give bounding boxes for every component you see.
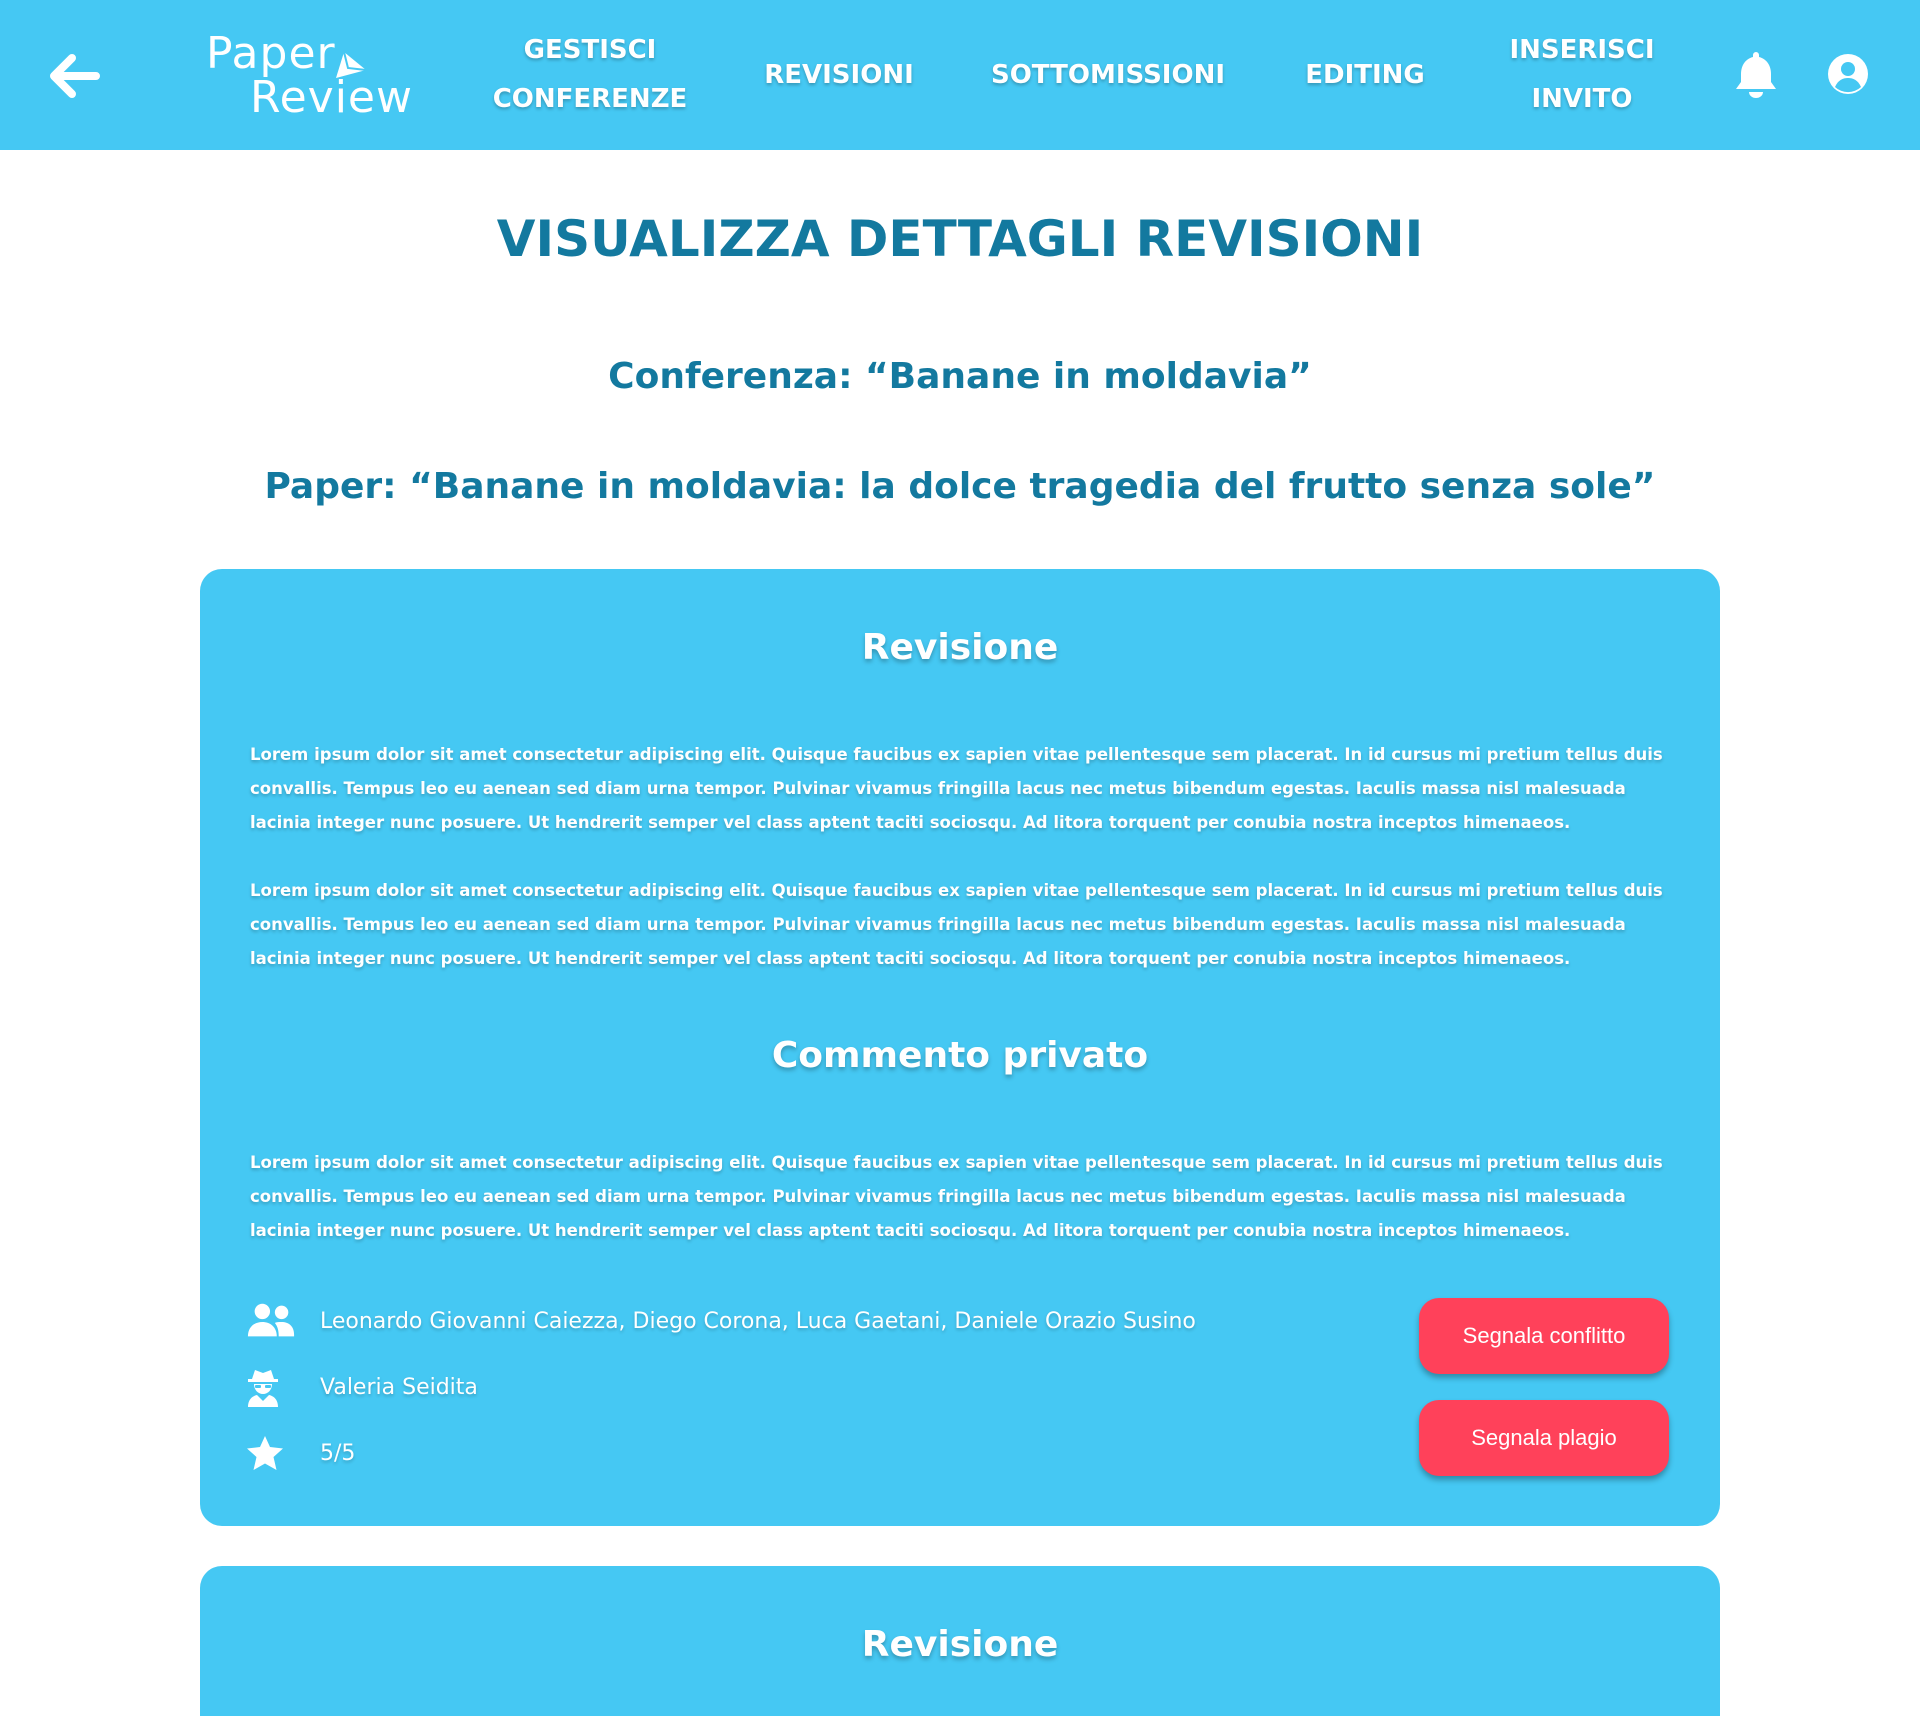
page-title: VISUALIZZA DETTAGLI REVISIONI — [496, 210, 1424, 268]
score-value: 5/5 — [320, 1440, 356, 1466]
logo-text-line2: Review — [250, 72, 413, 123]
review-card: Revisione — [200, 1566, 1720, 1716]
user-circle-icon[interactable] — [1827, 53, 1869, 99]
score-row: 5/5 — [246, 1431, 355, 1475]
review-paragraph: Lorem ipsum dolor sit amet consectetur a… — [250, 745, 1663, 832]
nav-inserisci-invito[interactable]: INSERISCI INVITO — [1500, 0, 1664, 150]
report-conflict-button[interactable]: Segnala conflitto — [1419, 1298, 1669, 1374]
nav-label: INSERISCI INVITO — [1509, 35, 1655, 114]
nav-revisioni[interactable]: REVISIONI — [758, 0, 920, 150]
back-arrow-icon[interactable] — [46, 48, 102, 104]
nav-label: EDITING — [1305, 59, 1425, 90]
nav-editing[interactable]: EDITING — [1296, 0, 1434, 150]
paper-review-logo[interactable]: Paper Review — [206, 28, 412, 124]
star-icon — [246, 1431, 296, 1475]
nav-gestisci-conferenze[interactable]: GESTISCI CONFERENZE — [485, 0, 695, 150]
review-heading: Revisione — [861, 1624, 1059, 1665]
top-navigation-bar: Paper Review GESTISCI CONFERENZE REVISIO… — [0, 0, 1920, 150]
paper-title: Paper: “Banane in moldavia: la dolce tra… — [264, 466, 1656, 507]
conference-title: Conferenza: “Banane in moldavia” — [608, 356, 1312, 397]
user-secret-icon — [246, 1365, 296, 1409]
reviewer-row: Valeria Seidita — [246, 1365, 478, 1409]
nav-sottomissioni[interactable]: SOTTOMISSIONI — [990, 0, 1226, 150]
reviewer-name: Valeria Seidita — [320, 1374, 478, 1400]
bell-icon[interactable] — [1734, 50, 1778, 104]
nav-label: GESTISCI CONFERENZE — [492, 35, 688, 114]
authors-row: Leonardo Giovanni Caiezza, Diego Corona,… — [246, 1299, 1196, 1343]
private-comment-heading: Commento privato — [771, 1035, 1149, 1076]
nav-label: REVISIONI — [764, 59, 914, 90]
review-card: Revisione Lorem ipsum dolor sit amet con… — [200, 569, 1720, 1526]
review-paragraph: Lorem ipsum dolor sit amet consectetur a… — [250, 881, 1663, 968]
authors-text: Leonardo Giovanni Caiezza, Diego Corona,… — [320, 1308, 1196, 1334]
nav-label: SOTTOMISSIONI — [990, 59, 1226, 90]
users-icon — [246, 1299, 296, 1343]
private-comment-text: Lorem ipsum dolor sit amet consectetur a… — [250, 1153, 1663, 1240]
report-plagiarism-button[interactable]: Segnala plagio — [1419, 1400, 1669, 1476]
review-heading: Revisione — [861, 627, 1059, 668]
